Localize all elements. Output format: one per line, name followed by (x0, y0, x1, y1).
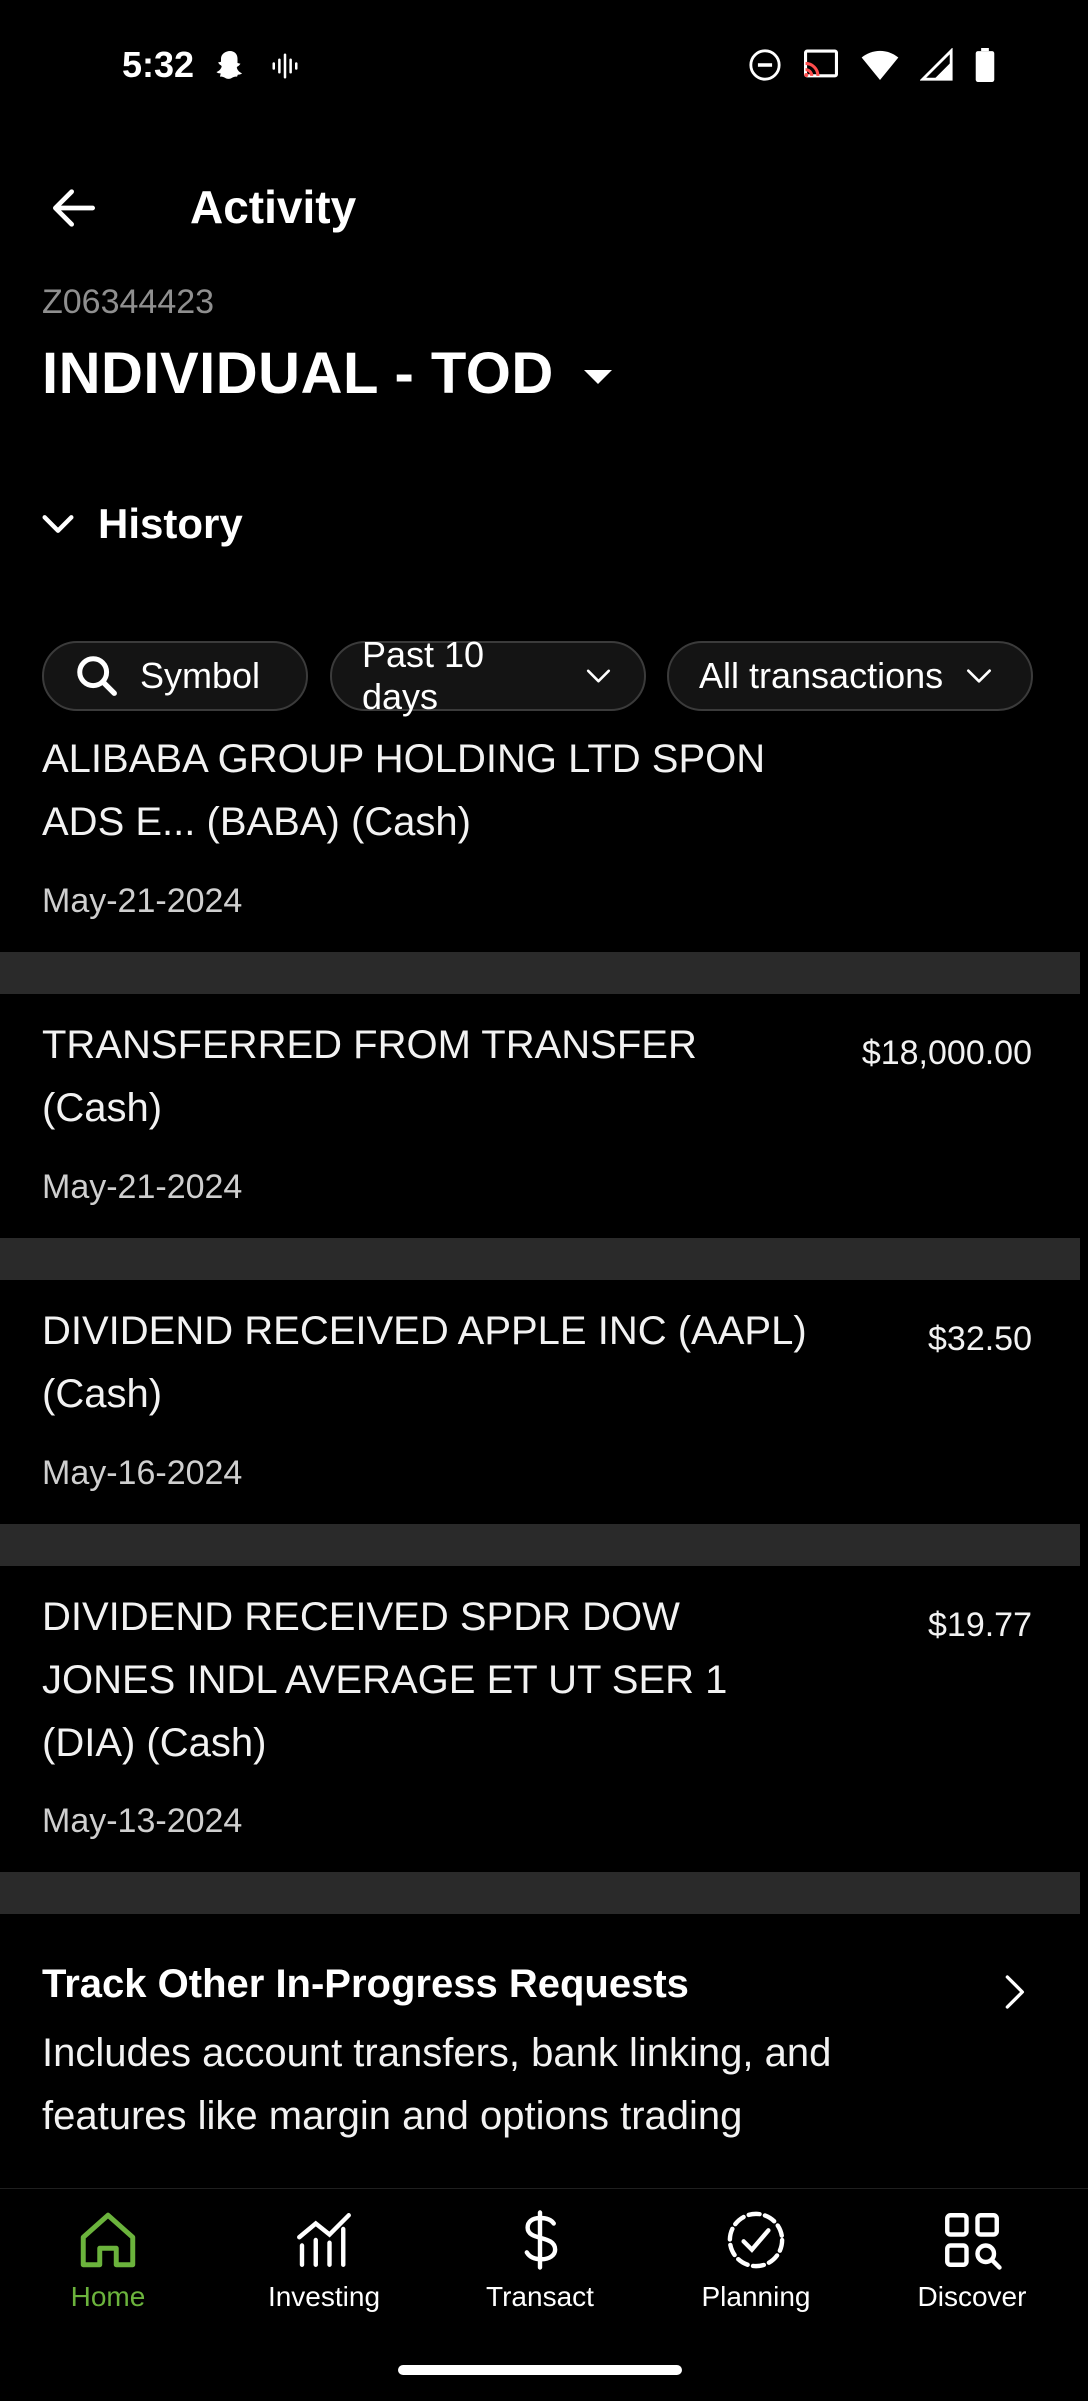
nav-label: Discover (917, 2281, 1027, 2312)
home-icon (80, 2212, 136, 2268)
snapchat-icon (216, 51, 242, 79)
nav-label: Home (70, 2281, 146, 2312)
transaction-description: TRANSFERRED FROM TRANSFER (Cash) (42, 1014, 697, 1140)
description-line: (Cash) (42, 1086, 163, 1130)
history-toggle[interactable]: History (38, 500, 243, 548)
transaction-list: ALIBABA GROUP HOLDING LTD SPON ADS E... … (0, 740, 1088, 1880)
track-requests-description: Includes account transfers, bank linking… (42, 2022, 962, 2148)
signal-icon (920, 48, 953, 81)
transaction-amount: $32.50 (928, 1320, 1032, 1358)
period-filter-chip[interactable]: Past 10 days (330, 634, 646, 717)
description-line: DIVIDEND RECEIVED APPLE INC (AAPL) (42, 1309, 807, 1353)
account-number: Z06344423 (42, 283, 215, 321)
description-line: TRANSFERRED FROM TRANSFER (42, 1023, 697, 1067)
page-title: Activity (190, 181, 357, 233)
transaction-type-chip[interactable]: All transactions (667, 641, 1033, 711)
period-chip-label: Past 10 days (362, 634, 485, 717)
description-line: JONES INDL AVERAGE ET UT SER 1 (42, 1658, 728, 1702)
dnd-icon (749, 49, 781, 81)
track-requests-title: Track Other In-Progress Requests (42, 1962, 689, 2006)
transaction-amount: $18,000.00 (861, 1034, 1032, 1072)
history-label: History (98, 500, 243, 547)
wifi-icon (861, 50, 899, 80)
status-left-icons (212, 48, 300, 84)
transaction-amount: $19.77 (928, 1606, 1032, 1644)
transaction-item[interactable]: DIVIDEND RECEIVED SPDR DOW JONES INDL AV… (0, 1566, 1080, 1862)
nav-transact[interactable]: Transact (455, 2207, 625, 2313)
dollar-icon (524, 2210, 558, 2270)
transaction-description: DIVIDEND RECEIVED SPDR DOW JONES INDL AV… (42, 1586, 727, 1775)
symbol-search-chip[interactable]: Symbol (42, 641, 308, 711)
chart-icon (297, 2213, 351, 2267)
arrow-left-icon (53, 189, 95, 227)
chevron-down-icon (967, 669, 992, 683)
battery-icon (975, 48, 995, 82)
list-separator (0, 1238, 1080, 1280)
chevron-down-icon (586, 669, 611, 683)
description-line: DIVIDEND RECEIVED SPDR DOW (42, 1595, 680, 1639)
transaction-date: May-21-2024 (42, 1168, 243, 1206)
nav-label: Investing (267, 2281, 381, 2312)
transaction-date: May-21-2024 (42, 882, 243, 920)
description-line: (Cash) (42, 1372, 163, 1416)
chevron-down-icon (42, 515, 74, 533)
list-separator (0, 952, 1080, 994)
gesture-home-bar[interactable] (398, 2365, 682, 2375)
nav-discover[interactable]: Discover (887, 2207, 1057, 2313)
transaction-item[interactable]: ALIBABA GROUP HOLDING LTD SPON ADS E... … (0, 740, 1080, 952)
caret-down-icon (583, 369, 612, 384)
nav-home[interactable]: Home (23, 2207, 193, 2313)
transaction-item[interactable]: TRANSFERRED FROM TRANSFER (Cash) $18,000… (0, 994, 1080, 1226)
list-separator (0, 1872, 1080, 1914)
nav-label: Transact (486, 2281, 594, 2312)
chevron-right-icon (994, 1972, 1034, 2017)
back-button[interactable] (46, 180, 102, 236)
description-line: ALIBABA GROUP HOLDING LTD SPON (42, 740, 766, 781)
grid-search-icon (945, 2213, 1002, 2270)
cast-icon (804, 49, 838, 78)
transaction-description: DIVIDEND RECEIVED APPLE INC (AAPL) (Cash… (42, 1300, 807, 1426)
description-line: Includes account transfers, bank linking… (42, 2031, 832, 2075)
description-line: ADS E... (BABA) (Cash) (42, 800, 471, 844)
symbol-chip-label: Symbol (140, 655, 261, 696)
transaction-date: May-13-2024 (42, 1802, 243, 1840)
account-name: INDIVIDUAL - TOD (42, 341, 554, 406)
status-time: 5:32 (122, 44, 195, 85)
nav-investing[interactable]: Investing (239, 2207, 409, 2313)
nav-label: Planning (701, 2281, 811, 2312)
list-separator (0, 1524, 1080, 1566)
nav-planning[interactable]: Planning (671, 2207, 841, 2313)
transaction-item[interactable]: DIVIDEND RECEIVED APPLE INC (AAPL) (Cash… (0, 1280, 1080, 1512)
description-line: features like margin and options trading (42, 2094, 743, 2138)
type-chip-label: All transactions (699, 655, 944, 696)
transaction-description: ALIBABA GROUP HOLDING LTD SPON ADS E... … (42, 740, 765, 854)
status-right-icons (748, 48, 996, 82)
transaction-date: May-16-2024 (42, 1454, 243, 1492)
description-line: (DIA) (Cash) (42, 1721, 267, 1765)
account-selector[interactable]: INDIVIDUAL - TOD (42, 340, 612, 407)
voice-icon (272, 53, 298, 79)
search-icon (77, 656, 117, 696)
check-circle-icon (727, 2211, 785, 2269)
